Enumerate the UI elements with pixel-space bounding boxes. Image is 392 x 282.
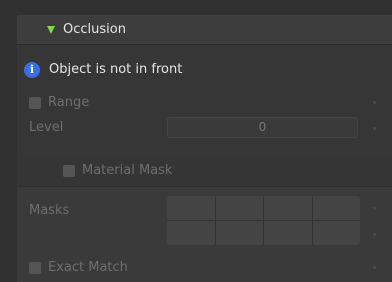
- occlusion-panel: Occlusion i Object is not in front Range…: [0, 0, 392, 282]
- info-icon: i: [24, 62, 40, 78]
- exact-match-checkbox[interactable]: [29, 262, 41, 274]
- mask-toggle-3[interactable]: [264, 196, 312, 220]
- range-checkbox[interactable]: [29, 97, 41, 109]
- mask-toggle-4[interactable]: [312, 196, 360, 220]
- occlusion-panel-header[interactable]: Occlusion: [17, 15, 392, 45]
- level-decorator-dot[interactable]: [373, 127, 376, 130]
- masks-row2-decorator-dot[interactable]: [373, 233, 376, 236]
- mask-toggle-8[interactable]: [312, 221, 360, 245]
- range-decorator-dot[interactable]: [373, 101, 376, 104]
- masks-label: Masks: [29, 203, 70, 218]
- level-label: Level: [29, 120, 64, 135]
- range-label: Range: [48, 95, 90, 110]
- exact-match-decorator-dot[interactable]: [373, 266, 376, 269]
- level-field[interactable]: 0: [167, 117, 358, 138]
- material-mask-label: Material Mask: [82, 163, 173, 178]
- info-message: Object is not in front: [49, 62, 183, 77]
- mask-toggle-5[interactable]: [167, 221, 215, 245]
- panel-title: Occlusion: [63, 22, 126, 37]
- masks-toggle-grid: [167, 196, 360, 245]
- level-value: 0: [258, 120, 267, 134]
- expand-triangle-icon[interactable]: [47, 26, 55, 34]
- mask-toggle-6[interactable]: [215, 221, 263, 245]
- masks-row1-decorator-dot[interactable]: [373, 207, 376, 210]
- mask-toggle-7[interactable]: [264, 221, 312, 245]
- mask-toggle-1[interactable]: [167, 196, 215, 220]
- exact-match-label: Exact Match: [48, 260, 128, 275]
- material-mask-checkbox[interactable]: [63, 165, 75, 177]
- mask-toggle-2[interactable]: [215, 196, 263, 220]
